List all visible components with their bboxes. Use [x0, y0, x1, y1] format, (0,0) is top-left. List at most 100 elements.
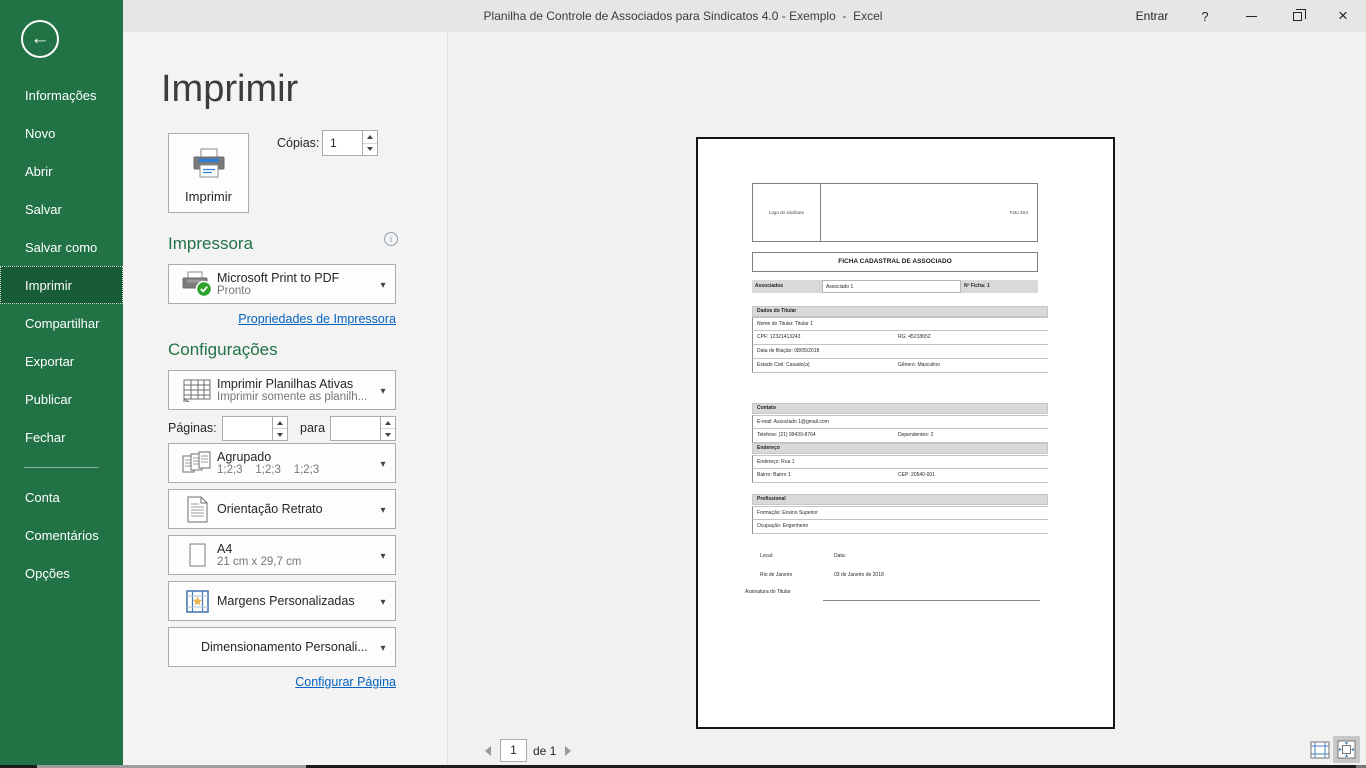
field-value: CPF: 12321413243 [757, 334, 800, 340]
sidebar-item-fechar[interactable]: Fechar [0, 418, 123, 456]
signature-label: Assinatura do Titular [745, 589, 791, 595]
help-button[interactable]: ? [1182, 0, 1228, 32]
local-data-labels: Local: Data: [752, 549, 1048, 563]
print-settings-panel: Imprimir Imprimir Cópias: 1 Impressora i [123, 32, 447, 768]
print-what-dropdown[interactable]: Imprimir Planilhas Ativas Imprimir somen… [168, 370, 396, 410]
info-icon[interactable]: i [384, 232, 398, 246]
previous-page-icon [485, 746, 491, 756]
spinner-up-icon [367, 135, 373, 139]
back-button[interactable]: ← [21, 20, 59, 58]
orientation-dropdown[interactable]: Orientação Retrato [168, 489, 396, 529]
printer-status: Pronto [217, 285, 371, 297]
copies-increment-button[interactable] [363, 131, 377, 143]
sidebar-item-publicar[interactable]: Publicar [0, 380, 123, 418]
print-what-sublabel: Imprimir somente as planilh... [217, 391, 371, 403]
field-row: Bairro: Bairro 1CEP: 20540-001 [752, 469, 1048, 483]
chevron-down-icon [371, 454, 395, 472]
printer-dropdown[interactable]: Microsoft Print to PDF Pronto [168, 264, 396, 304]
pages-from-stepper[interactable] [222, 416, 288, 441]
minimize-icon [1246, 16, 1257, 17]
spinner-down-icon [367, 147, 373, 151]
preview-page: Logo do sindicato Foto 3X4 FICHA CADASTR… [696, 137, 1115, 729]
sidebar-item-compartilhar[interactable]: Compartilhar [0, 304, 123, 342]
paper-size-sublabel: 21 cm x 29,7 cm [217, 556, 371, 568]
print-button-label: Imprimir [185, 189, 232, 204]
pages-to-value[interactable] [331, 417, 380, 440]
zoom-to-page-icon [1337, 740, 1356, 759]
data-label: Data: [834, 549, 846, 563]
sidebar-item-informacoes[interactable]: Informações [0, 76, 123, 114]
previous-page-button[interactable] [485, 745, 495, 757]
field-value: Ocupação: Engenheiro [757, 523, 808, 529]
page-number-input[interactable]: 1 [500, 739, 527, 762]
section-header: Contato [752, 403, 1048, 414]
sidebar-item-comentarios[interactable]: Comentários [0, 516, 123, 554]
margins-icon [177, 590, 217, 613]
pages-to-increment[interactable] [381, 417, 395, 428]
paper-size-dropdown[interactable]: A4 21 cm x 29,7 cm [168, 535, 396, 575]
field-row: E-mail: Associado 1@gmail.com [752, 415, 1048, 429]
scaling-label: Dimensionamento Personali... [201, 640, 371, 654]
print-what-label: Imprimir Planilhas Ativas [217, 377, 371, 391]
paper-size-icon [177, 543, 217, 567]
field-value: Telefone: (21) 99439-8764 [757, 432, 816, 438]
scaling-dropdown[interactable]: Dimensionamento Personali... [168, 627, 396, 667]
chevron-down-icon [371, 381, 395, 399]
orientation-label: Orientação Retrato [217, 502, 371, 516]
ficha-number: Nº Ficha: 1 [961, 280, 1038, 293]
page-setup-link[interactable]: Configurar Página [168, 675, 396, 689]
pages-to-decrement[interactable] [381, 428, 395, 440]
collation-sublabel: 1;2;3 1;2;3 1;2;3 [217, 464, 371, 476]
pages-to-stepper[interactable] [330, 416, 396, 441]
sidebar-item-salvar[interactable]: Salvar [0, 190, 123, 228]
backstage-nav: Informações Novo Abrir Salvar Salvar com… [0, 76, 123, 592]
close-button[interactable]: × [1320, 0, 1366, 32]
pages-from-increment[interactable] [273, 417, 287, 428]
section-header: Endereço [752, 443, 1048, 454]
minimize-button[interactable] [1228, 0, 1274, 32]
copies-decrement-button[interactable] [363, 143, 377, 156]
window-controls: Entrar ? × [1122, 0, 1366, 32]
sidebar-divider [24, 467, 99, 468]
pages-from-value[interactable] [223, 417, 272, 440]
next-page-button[interactable] [565, 745, 575, 757]
restore-button[interactable] [1274, 0, 1320, 32]
zoom-to-page-button[interactable] [1333, 736, 1360, 763]
field-value: Nome do Titular: Titular 1 [757, 321, 813, 327]
copies-stepper[interactable]: 1 [322, 130, 378, 156]
sidebar-item-imprimir[interactable]: Imprimir [0, 266, 123, 304]
sidebar-item-salvar-como[interactable]: Salvar como [0, 228, 123, 266]
active-sheets-icon [177, 379, 217, 402]
copies-label: Cópias: [277, 136, 319, 150]
field-row: CPF: 12321413243RG: 45218652 [752, 331, 1048, 345]
sidebar-item-exportar[interactable]: Exportar [0, 342, 123, 380]
collated-pages-icon [177, 451, 217, 476]
show-margins-button[interactable] [1309, 739, 1331, 761]
associado-row: Associados Associado 1 Nº Ficha: 1 [752, 280, 1038, 293]
collation-dropdown[interactable]: Agrupado 1;2;3 1;2;3 1;2;3 [168, 443, 396, 483]
settings-heading: Configurações [168, 340, 278, 360]
spinner-down-icon [385, 433, 391, 437]
section-header: Dados do Titular [752, 306, 1048, 317]
sign-in-button[interactable]: Entrar [1122, 0, 1182, 32]
printer-heading: Impressora [168, 234, 253, 254]
sidebar-item-opcoes[interactable]: Opções [0, 554, 123, 592]
field-row: Telefone: (21) 99439-8764Dependentes: 2 [752, 429, 1048, 443]
portrait-page-icon [177, 496, 217, 523]
field-value: Data de filiação: 08/05/2018 [757, 348, 819, 354]
document-header-table: Logo do sindicato Foto 3X4 [752, 183, 1038, 242]
chevron-down-icon [371, 500, 395, 518]
field-row: Nome do Titular: Titular 1 [752, 317, 1048, 331]
pages-from-decrement[interactable] [273, 428, 287, 440]
sidebar-item-novo[interactable]: Novo [0, 114, 123, 152]
field-value: Bairro: Bairro 1 [757, 472, 791, 478]
copies-value[interactable]: 1 [323, 131, 362, 155]
printer-properties-link[interactable]: Propriedades de Impressora [168, 312, 396, 326]
sidebar-item-abrir[interactable]: Abrir [0, 152, 123, 190]
margins-dropdown[interactable]: Margens Personalizadas [168, 581, 396, 621]
pages-to-label: para [300, 421, 325, 435]
sidebar-item-conta[interactable]: Conta [0, 478, 123, 516]
field-value: Endereço: Rua 1 [757, 459, 795, 465]
field-value: Estado Civil: Casado(a) [757, 362, 810, 368]
print-button[interactable]: Imprimir [168, 133, 249, 213]
